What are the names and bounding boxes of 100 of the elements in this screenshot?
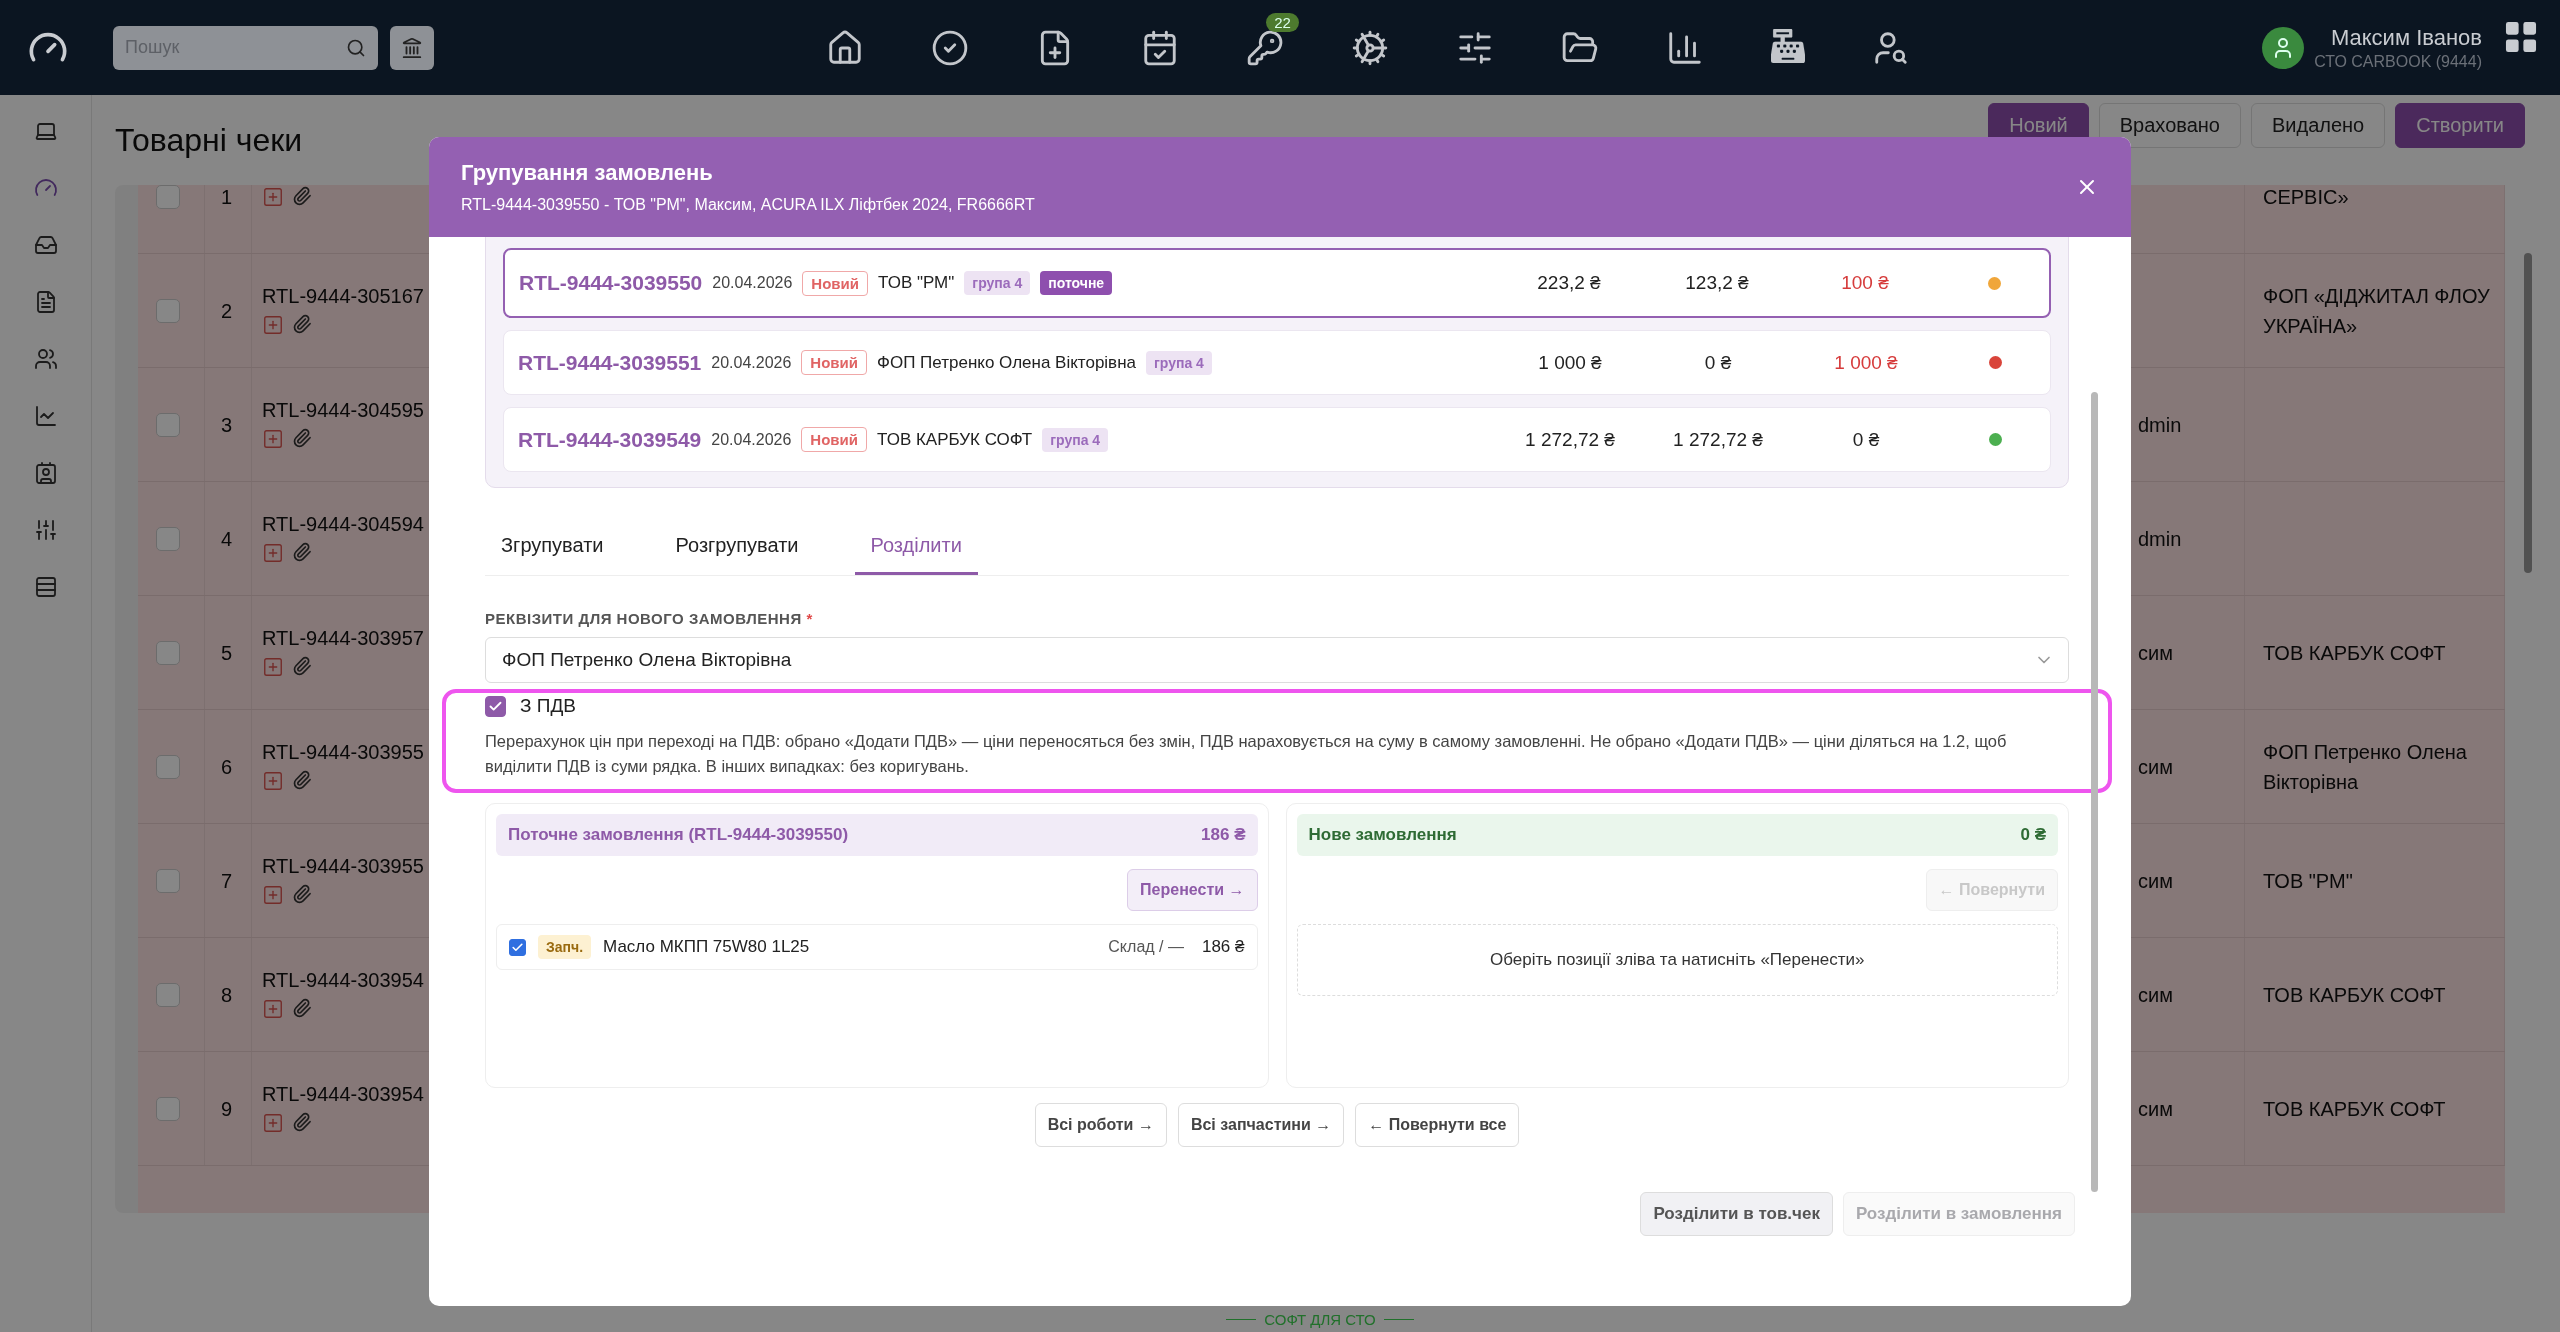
- row-checkbox[interactable]: [156, 868, 180, 893]
- customer-cell-text: СЕРВІС»: [2263, 185, 2349, 210]
- table-cell-text: сим: [2138, 1096, 2173, 1122]
- tab[interactable]: Розгрупувати: [659, 518, 815, 575]
- paperclip-icon[interactable]: [292, 656, 312, 676]
- table-cell-text: dmin: [2138, 412, 2182, 438]
- footer-text: СОФТ ДЛЯ СТО: [1264, 1311, 1376, 1328]
- order-row[interactable]: RTL-9444-3039550 20.04.2026 Новий ТОВ "РМ" група 4 поточне 223,2 ₴ 123,2 ₴ 100 ₴: [503, 248, 2051, 318]
- row-number: 9: [221, 1096, 233, 1122]
- row-number: 4: [221, 526, 233, 552]
- item-name: Масло МКПП 75W80 1L25: [603, 937, 811, 957]
- customer-cell-text: ТОВ КАРБУК СОФТ: [2263, 1096, 2446, 1122]
- customer-name: ТОВ "РМ": [878, 273, 955, 293]
- order-date: 20.04.2026: [711, 353, 792, 372]
- customer-name: ТОВ КАРБУК СОФТ: [877, 429, 1033, 450]
- avatar[interactable]: [2262, 26, 2305, 69]
- vat-checkbox[interactable]: [485, 695, 506, 717]
- order-link[interactable]: RTL-9444-3039549: [518, 427, 702, 452]
- status-badge: Новий: [801, 350, 868, 375]
- check-icon: [511, 940, 524, 954]
- bank-button[interactable]: [390, 25, 434, 70]
- row-checkbox[interactable]: [156, 298, 180, 323]
- customer-cell-text: ФОП «ДІДЖИТАЛ ФЛОУ УКРАЇНА»: [2263, 283, 2491, 339]
- page-title: Товарні чеки: [115, 121, 303, 159]
- order-row[interactable]: RTL-9444-3039549 20.04.2026 Новий ТОВ КАРБУК СОФТ група 4 1 272,72 ₴ 1 272,72 ₴ 0 ₴: [503, 407, 2051, 472]
- row-checkbox[interactable]: [156, 754, 180, 779]
- customer-name: ФОП Петренко Олена Вікторівна: [877, 352, 1136, 373]
- tab[interactable]: Розділити: [854, 518, 978, 575]
- vat-note: Перерахунок цін при переході на ПДВ: обрано «Додати ПДВ» — ціни переносяться без змін, ПДВ нараховується на суму в самому замовленні. Не обрано «Додати ПДВ» — ціни діляться на 1.2, щоб виділити ПДВ із суми рядка. В інших випадках: без коригувань.: [485, 731, 2008, 777]
- bulk-button[interactable]: Всі запчастини →: [1177, 1103, 1345, 1147]
- item-checkbox[interactable]: [509, 938, 526, 956]
- scrollbar-thumb[interactable]: [2091, 392, 2098, 1192]
- row-number: 2: [221, 298, 233, 324]
- customer-cell-text: ТОВ КАРБУК СОФТ: [2263, 640, 2446, 666]
- panel-title: Поточне замовлення (RTL-9444-3039550): [508, 825, 849, 845]
- row-checkbox[interactable]: [156, 1096, 180, 1121]
- add-icon[interactable]: [262, 428, 284, 450]
- row-checkbox[interactable]: [156, 640, 180, 665]
- move-button[interactable]: Перенести →: [1127, 869, 1258, 911]
- paperclip-icon[interactable]: [292, 1112, 312, 1132]
- add-icon[interactable]: [262, 314, 284, 336]
- panel-title: Нове замовлення: [1308, 825, 1457, 845]
- table-cell-text: сим: [2138, 868, 2173, 894]
- tab[interactable]: Згрупувати: [485, 518, 620, 575]
- part-tag: Запч.: [538, 935, 592, 959]
- inbox-icon: [33, 233, 58, 257]
- paperclip-icon[interactable]: [292, 428, 312, 448]
- order-link[interactable]: RTL-9444-3039551: [518, 350, 702, 375]
- nav-button[interactable]: [1246, 28, 1285, 67]
- order-date: 20.04.2026: [711, 430, 792, 449]
- row-checkbox[interactable]: [156, 412, 180, 437]
- order-row[interactable]: RTL-9444-3039551 20.04.2026 Новий ФОП Петренко Олена Вікторівна група 4 1 000 ₴ 0 ₴ 1 000 ₴: [503, 330, 2051, 395]
- paperclip-icon[interactable]: [292, 185, 312, 206]
- filter-button[interactable]: Видалено: [2250, 103, 2386, 148]
- add-icon[interactable]: [262, 185, 284, 208]
- add-icon[interactable]: [262, 884, 284, 906]
- filter-button[interactable]: Враховано: [2098, 103, 2241, 148]
- checkbox-label: З ПДВ: [520, 695, 576, 717]
- paperclip-icon[interactable]: [292, 884, 312, 904]
- amount: 223,2 ₴: [1536, 272, 1602, 294]
- debt-amount: 1 000 ₴: [1833, 351, 1899, 374]
- modal-title: Групування замовлень: [461, 160, 714, 186]
- nav-button[interactable]: [931, 28, 970, 67]
- check-circle-icon: [931, 28, 970, 67]
- paid-amount: 123,2 ₴: [1684, 272, 1750, 294]
- table-cell-text: сим: [2138, 640, 2173, 666]
- bulk-button[interactable]: ← Повернути все: [1355, 1103, 1520, 1147]
- search-icon[interactable]: [346, 37, 366, 58]
- add-icon[interactable]: [262, 1112, 284, 1134]
- row-checkbox[interactable]: [156, 526, 180, 551]
- empty-hint: Оберіть позиції зліва та натисніть «Перенести»: [1490, 950, 1865, 970]
- paperclip-icon[interactable]: [292, 770, 312, 790]
- stock-text: Склад / —: [1108, 938, 1184, 956]
- field-label: РЕКВІЗИТИ ДЛЯ НОВОГО ЗАМОВЛЕННЯ *: [485, 610, 814, 627]
- add-icon[interactable]: [262, 770, 284, 792]
- create-button[interactable]: Створити: [2395, 103, 2525, 148]
- split-button[interactable]: Розділити в тов.чек: [1640, 1192, 1833, 1236]
- table-cell-text: dmin: [2138, 526, 2182, 552]
- add-icon[interactable]: [262, 542, 284, 564]
- row-checkbox[interactable]: [156, 185, 180, 209]
- customer-cell-text: ТОВ "РМ": [2263, 868, 2353, 894]
- row-checkbox[interactable]: [156, 982, 180, 1007]
- paperclip-icon[interactable]: [292, 314, 312, 334]
- row-number: 5: [221, 640, 233, 666]
- paperclip-icon[interactable]: [292, 542, 312, 562]
- panel-total: 186 ₴: [1201, 825, 1246, 845]
- customer-cell-text: ТОВ КАРБУК СОФТ: [2263, 982, 2446, 1008]
- row-number: 3: [221, 412, 233, 438]
- paid-amount: 1 272,72 ₴: [1672, 428, 1764, 451]
- bulk-button[interactable]: Всі роботи →: [1034, 1103, 1167, 1147]
- key-icon: [1246, 28, 1285, 67]
- order-date: 20.04.2026: [712, 274, 793, 292]
- add-icon[interactable]: [262, 656, 284, 678]
- status-badge: Новий: [801, 427, 868, 452]
- add-icon[interactable]: [262, 998, 284, 1020]
- user-name: Максим Іванов: [2330, 24, 2482, 51]
- order-link[interactable]: RTL-9444-3039550: [519, 271, 703, 295]
- requisites-select[interactable]: ФОП Петренко Олена Вікторівна: [485, 637, 2069, 683]
- scrollbar-thumb[interactable]: [2524, 253, 2532, 573]
- paperclip-icon[interactable]: [292, 998, 312, 1018]
